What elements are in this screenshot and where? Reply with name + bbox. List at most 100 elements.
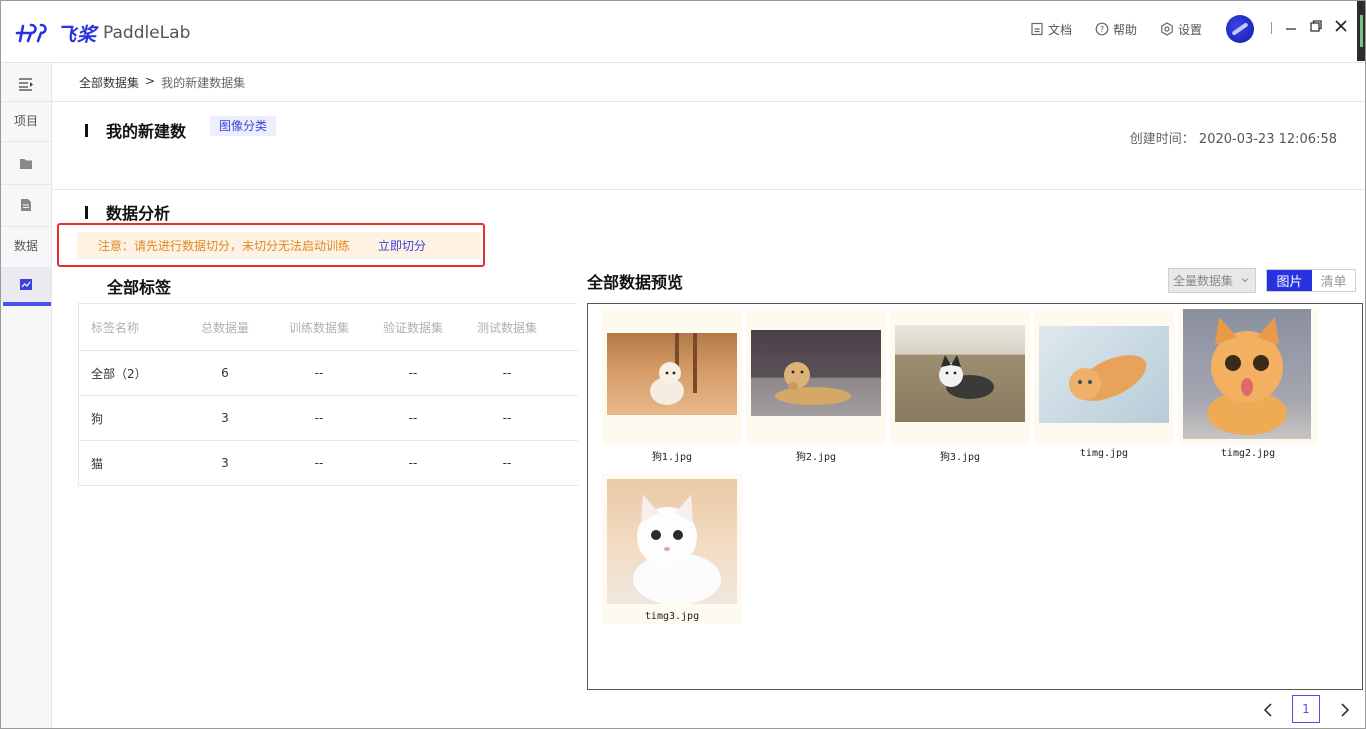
document-icon — [21, 199, 31, 211]
docs-label: 文档 — [1048, 22, 1073, 37]
breadcrumb-current: 我的新建数据集 — [161, 76, 246, 90]
split-warning-banner: 注意：请先进行数据切分，未切分无法启动训练 立即切分 — [77, 232, 481, 259]
label-total: 3 — [221, 456, 229, 470]
close-icon[interactable] — [1334, 19, 1348, 33]
label-name: 全部（2） — [91, 366, 147, 381]
created-label: 创建时间： — [1129, 132, 1195, 147]
dataset-name: 我的新建数 — [106, 122, 187, 141]
view-toggle: 图片 清单 — [1266, 269, 1356, 292]
chart-icon — [20, 279, 32, 290]
label-test: -- — [502, 366, 512, 380]
dataset-type-tag: 图像分类 — [210, 116, 277, 136]
gear-icon — [1160, 22, 1174, 36]
breadcrumb-separator: > — [145, 74, 156, 88]
logo-text-cn: 飞桨 — [57, 23, 98, 46]
view-list-button[interactable]: 清单 — [1312, 270, 1355, 291]
label-name: 猫 — [91, 456, 104, 471]
created-time: 创建时间： 2020-03-23 12:06:58 — [1130, 128, 1337, 147]
labels-table: 标签名称 总数据量 训练数据集 验证数据集 测试数据集 全部（2） 6 -- -… — [78, 303, 578, 486]
cat-thumbnail — [607, 479, 737, 604]
image-card[interactable]: 狗3.jpg — [890, 309, 1030, 463]
left-rail: 项目 数据 — [1, 63, 52, 728]
active-indicator — [3, 302, 51, 306]
rail-folder[interactable] — [1, 142, 51, 184]
breadcrumb: 全部数据集 > 我的新建数据集 — [79, 74, 245, 91]
divider — [52, 101, 1365, 102]
paddle-logo-icon — [15, 23, 47, 43]
help-icon: ? — [1095, 22, 1109, 36]
minimize-icon[interactable] — [1284, 19, 1298, 33]
image-filename: timg.jpg — [1079, 448, 1129, 459]
analysis-title-text: 数据分析 — [106, 204, 171, 223]
settings-label: 设置 — [1178, 22, 1203, 37]
image-filename: 狗3.jpg — [939, 452, 981, 463]
label-train: -- — [314, 366, 324, 380]
header-test: 测试数据集 — [476, 320, 537, 335]
logo-text-en: PaddleLab — [103, 23, 191, 43]
help-label: 帮助 — [1113, 22, 1138, 37]
split-warning-text: 注意：请先进行数据切分，未切分无法启动训练 — [98, 239, 351, 253]
help-link[interactable]: ? 帮助 — [1095, 19, 1137, 39]
table-row[interactable]: 猫 3 -- -- -- — [79, 441, 578, 486]
table-header: 标签名称 总数据量 训练数据集 验证数据集 测试数据集 — [79, 304, 578, 351]
chevron-left-icon[interactable] — [1262, 702, 1274, 718]
split-now-link[interactable]: 立即切分 — [378, 237, 426, 254]
document-icon — [1030, 22, 1044, 36]
analysis-title: 数据分析 — [85, 200, 170, 224]
image-filename: 狗1.jpg — [651, 452, 693, 463]
rail-document[interactable] — [1, 184, 51, 226]
cat-thumbnail — [1039, 326, 1169, 423]
divider — [1271, 22, 1272, 34]
maximize-icon[interactable] — [1309, 19, 1323, 33]
image-card[interactable]: 狗2.jpg — [746, 309, 886, 463]
view-image-button[interactable]: 图片 — [1267, 270, 1312, 291]
dog-thumbnail — [751, 330, 881, 416]
label-test: -- — [502, 411, 512, 425]
cat-thumbnail — [1183, 309, 1311, 439]
title-bar: 飞桨 PaddleLab 文档 ? 帮助 设置 — [1, 1, 1365, 63]
docs-link[interactable]: 文档 — [1030, 19, 1072, 39]
menu-collapse-icon — [19, 78, 33, 91]
folder-icon — [20, 158, 32, 169]
label-train: -- — [314, 456, 324, 470]
label-total: 6 — [221, 366, 229, 380]
rail-analysis[interactable] — [1, 267, 51, 302]
image-card[interactable]: 狗1.jpg — [602, 309, 742, 463]
image-card[interactable]: timg2.jpg — [1178, 309, 1318, 459]
image-filename: 狗2.jpg — [795, 452, 837, 463]
user-avatar[interactable] — [1226, 15, 1254, 43]
image-filename: timg2.jpg — [1220, 448, 1276, 459]
preview-title: 全部数据预览 — [587, 273, 684, 292]
image-card[interactable]: timg.jpg — [1034, 309, 1174, 459]
label-val: -- — [408, 456, 418, 470]
breadcrumb-root[interactable]: 全部数据集 — [79, 74, 139, 91]
svg-text:?: ? — [1100, 25, 1104, 34]
rail-data[interactable]: 数据 — [1, 224, 51, 266]
rail-project[interactable]: 项目 — [1, 99, 51, 141]
dataset-filter-value: 全量数据集 — [1173, 274, 1234, 288]
dog-thumbnail — [607, 333, 737, 415]
paddlelab-logo[interactable]: 飞桨 PaddleLab — [15, 20, 190, 46]
title-marker — [85, 123, 88, 137]
dataset-title: 我的新建数 — [85, 118, 186, 142]
label-test: -- — [502, 456, 512, 470]
header-train: 训练数据集 — [288, 320, 349, 335]
table-row[interactable]: 狗 3 -- -- -- — [79, 396, 578, 441]
chevron-down-icon — [1241, 278, 1249, 283]
label-total: 3 — [221, 411, 229, 425]
header-label-name: 标签名称 — [91, 320, 140, 335]
label-val: -- — [408, 366, 418, 380]
dog-thumbnail — [895, 325, 1025, 422]
dataset-filter-select[interactable]: 全量数据集 — [1168, 268, 1256, 293]
table-row[interactable]: 全部（2） 6 -- -- -- — [79, 351, 578, 396]
image-filename: timg3.jpg — [644, 611, 700, 622]
page-number[interactable]: 1 — [1292, 695, 1320, 723]
settings-link[interactable]: 设置 — [1160, 19, 1202, 39]
chevron-right-icon[interactable] — [1339, 702, 1351, 718]
label-val: -- — [408, 411, 418, 425]
image-card[interactable]: timg3.jpg — [602, 474, 742, 624]
edge-indicator — [1357, 1, 1365, 61]
title-marker — [85, 205, 88, 219]
split-warning-highlight: 注意：请先进行数据切分，未切分无法启动训练 立即切分 — [57, 223, 485, 267]
label-train: -- — [314, 411, 324, 425]
